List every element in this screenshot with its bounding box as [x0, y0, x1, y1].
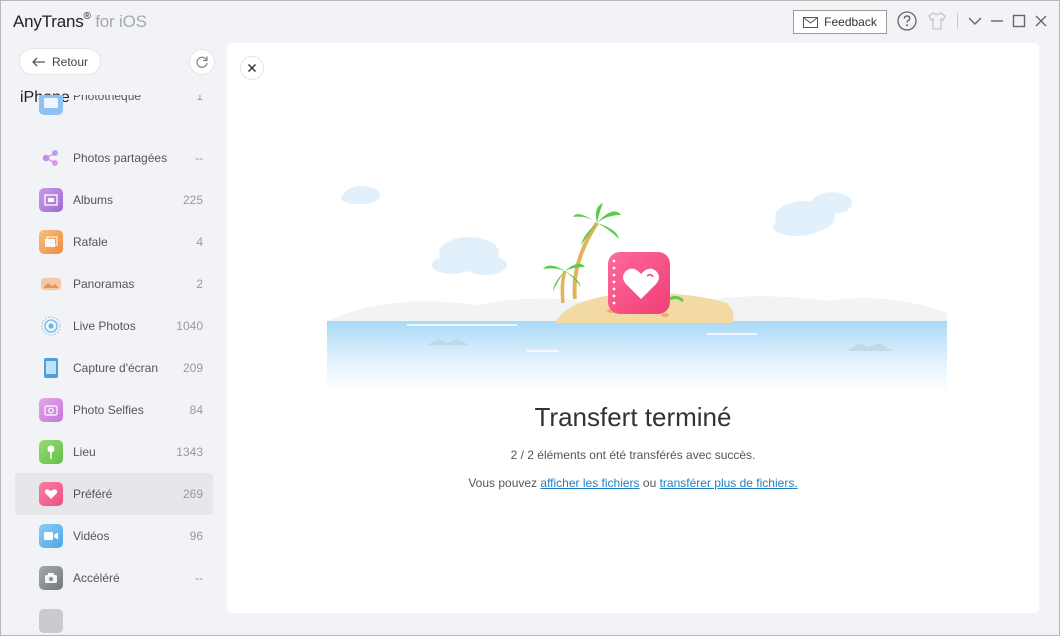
sidebar-item-count: 1	[196, 95, 203, 103]
sidebar-item-phototheque[interactable]: Photothèque 1	[15, 95, 213, 137]
sidebar-item-panoramas[interactable]: Panoramas 2	[15, 263, 213, 305]
sidebar-item-count: 2	[196, 277, 203, 291]
videos-icon	[39, 524, 63, 548]
help-icon[interactable]	[897, 11, 917, 31]
back-label: Retour	[51, 54, 89, 69]
sidebar-item-label: Albums	[73, 193, 114, 207]
sidebar-item-time-lapse[interactable]: Accéléré --	[15, 557, 213, 599]
links-prefix: Vous pouvez	[468, 476, 538, 490]
sidebar-item-label: Vidéos	[73, 529, 110, 543]
sidebar-item-label: Lieu	[73, 445, 96, 459]
minimize-icon[interactable]	[987, 11, 1007, 31]
maximize-icon[interactable]	[1009, 11, 1029, 31]
result-message: 2 / 2 éléments ont été transférés avec s…	[510, 448, 756, 462]
shared-photos-icon	[39, 146, 63, 170]
sidebar-item-location[interactable]: Lieu 1343	[15, 431, 213, 473]
back-button[interactable]: Retour	[19, 48, 101, 75]
sidebar-item-count: 96	[189, 529, 203, 543]
island-illustration	[327, 186, 947, 393]
transfer-more-link[interactable]: transférer plus de fichiers.	[660, 476, 798, 490]
live-photos-icon	[39, 314, 63, 338]
sidebar-item-label: Photos partagées	[73, 151, 168, 165]
sidebar-item-label: Photothèque	[73, 95, 142, 103]
refresh-icon	[196, 56, 208, 68]
feedback-button[interactable]: Feedback	[793, 10, 887, 34]
selfie-icon	[39, 398, 63, 422]
sidebar-item-label: Live Photos	[73, 319, 136, 333]
main-panel: Transfert terminé 2 / 2 éléments ont été…	[227, 43, 1039, 613]
arrow-left-icon	[32, 57, 45, 66]
sidebar-item-partial[interactable]	[15, 599, 213, 635]
sidebar-item-burst[interactable]: Rafale 4	[15, 221, 213, 263]
titlebar-divider	[957, 13, 958, 29]
time-lapse-icon	[39, 566, 63, 590]
sidebar-item-count: --	[195, 151, 203, 165]
app-name: AnyTrans	[13, 12, 84, 31]
category-list: Photothèque 1 Photos partagées -- Albums…	[1, 95, 223, 635]
sidebar-item-label: Panoramas	[73, 277, 135, 291]
sidebar-item-count: 209	[182, 361, 203, 375]
sidebar-item-count: --	[195, 571, 203, 585]
burst-icon	[39, 230, 63, 254]
sidebar-item-screenshots[interactable]: Capture d'écran 209	[15, 347, 213, 389]
sidebar-item-label: Préféré	[73, 487, 113, 501]
sidebar-item-videos[interactable]: Vidéos 96	[15, 515, 213, 557]
favorite-icon	[39, 482, 63, 506]
skin-shirt-icon[interactable]	[927, 11, 947, 31]
sidebar-item-selfies[interactable]: Photo Selfies 84	[15, 389, 213, 431]
sidebar-item-label: Photo Selfies	[73, 403, 144, 417]
sidebar-item-count: 84	[189, 403, 203, 417]
panorama-icon	[39, 272, 63, 296]
photo-library-icon	[39, 95, 63, 115]
feedback-label: Feedback	[824, 15, 877, 29]
album-icon	[39, 609, 63, 633]
sidebar-item-count: 1040	[176, 319, 203, 333]
refresh-button[interactable]	[189, 49, 215, 75]
app-window: AnyTrans® for iOS Feedback Retour Photot…	[0, 0, 1060, 636]
app-title: AnyTrans® for iOS	[13, 11, 147, 32]
cloud-icon	[341, 186, 852, 275]
result-title: Transfert terminé	[534, 402, 732, 432]
sidebar-item-label: Capture d'écran	[73, 361, 159, 375]
mail-icon	[803, 16, 819, 28]
sidebar-item-count: 1343	[176, 445, 203, 459]
close-result-button[interactable]	[240, 56, 264, 80]
view-files-link[interactable]: afficher les fichiers	[540, 476, 639, 490]
result-links: Vous pouvez afficher les fichiers ou tra…	[227, 476, 1039, 490]
close-icon	[247, 63, 257, 73]
sidebar-item-label: Accéléré	[73, 571, 120, 585]
chevron-down-icon[interactable]	[965, 11, 985, 31]
app-reg-mark: ®	[83, 11, 91, 22]
links-or: ou	[642, 476, 657, 490]
app-subtitle: for iOS	[95, 12, 147, 31]
sidebar: Retour iPhone Photothèque 1 Photos parta…	[1, 41, 223, 635]
location-icon	[39, 440, 63, 464]
screenshot-icon	[39, 356, 63, 380]
title-bar: AnyTrans® for iOS Feedback	[1, 1, 1059, 41]
sidebar-item-albums[interactable]: Albums 225	[15, 179, 213, 221]
sidebar-item-label: Rafale	[73, 235, 108, 249]
albums-icon	[39, 188, 63, 212]
close-window-icon[interactable]	[1031, 11, 1051, 31]
sidebar-item-live-photos[interactable]: Live Photos 1040	[15, 305, 213, 347]
sidebar-item-count: 225	[182, 193, 203, 207]
sidebar-item-count: 269	[182, 487, 203, 501]
sidebar-item-favorites[interactable]: Préféré 269	[15, 473, 213, 515]
sidebar-item-shared-photos[interactable]: Photos partagées --	[15, 137, 213, 179]
sidebar-item-count: 4	[196, 235, 203, 249]
